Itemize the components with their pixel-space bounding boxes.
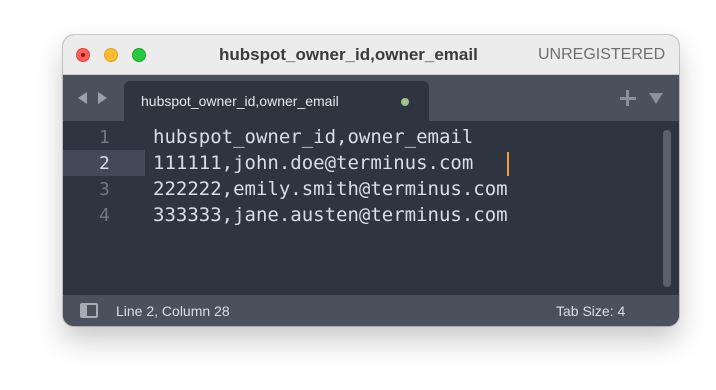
close-button[interactable] [76, 48, 90, 62]
modified-dot-icon[interactable] [401, 98, 409, 106]
tab-size-selector[interactable]: Tab Size: 4 [556, 303, 625, 319]
tab-navigation [76, 90, 116, 106]
vertical-scrollbar[interactable] [663, 130, 671, 287]
gutter-row: 1 [63, 124, 145, 150]
triangle-down-icon[interactable] [649, 93, 663, 104]
text-caret [507, 152, 509, 176]
tab-file[interactable]: hubspot_owner_id,owner_email [124, 81, 429, 121]
title-bar[interactable]: hubspot_owner_id,owner_email UNREGISTERE… [63, 35, 679, 75]
line-number: 3 [99, 179, 110, 200]
text-editor[interactable]: 1 2 3 4 hubspot_owner_id,owner_email 111… [63, 121, 679, 295]
panel-icon[interactable] [80, 303, 98, 318]
gutter-row: 3 [63, 176, 145, 202]
minimize-button[interactable] [104, 48, 118, 62]
code-line-active[interactable]: 111111,john.doe@terminus.com [153, 150, 473, 176]
tab-label: hubspot_owner_id,owner_email [141, 93, 339, 109]
cursor-position[interactable]: Line 2, Column 28 [116, 303, 230, 319]
editor-window: hubspot_owner_id,owner_email UNREGISTERE… [63, 35, 679, 326]
chevron-right-icon[interactable] [98, 92, 107, 104]
code-line[interactable]: 222222,emily.smith@terminus.com [153, 176, 508, 202]
window-title: hubspot_owner_id,owner_email [219, 45, 478, 64]
zoom-button[interactable] [132, 48, 146, 62]
chevron-left-icon[interactable] [78, 92, 87, 104]
gutter-row-active: 2 [63, 150, 145, 176]
line-number: 2 [99, 153, 110, 174]
code-line[interactable]: 333333,jane.austen@terminus.com [153, 202, 508, 228]
license-status: UNREGISTERED [538, 46, 666, 63]
line-gutter: 1 2 3 4 [63, 121, 145, 295]
line-number: 4 [99, 205, 110, 226]
tab-bar: hubspot_owner_id,owner_email [63, 75, 679, 121]
status-bar: Line 2, Column 28 Tab Size: 4 [63, 295, 679, 326]
line-number: 1 [99, 127, 110, 148]
plus-icon[interactable] [619, 89, 637, 107]
code-line[interactable]: hubspot_owner_id,owner_email [153, 124, 473, 150]
gutter-row: 4 [63, 202, 145, 228]
